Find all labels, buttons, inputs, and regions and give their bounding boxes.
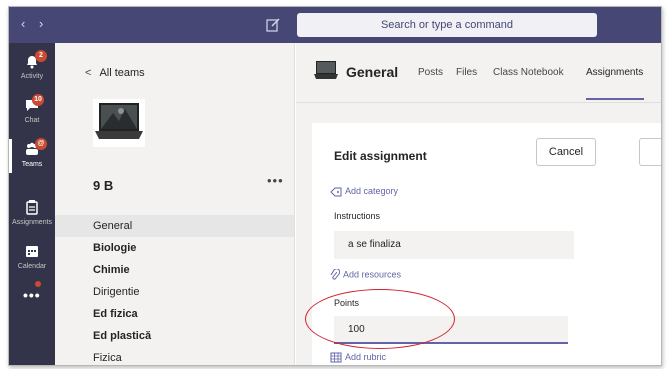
team-thumbnail (314, 61, 338, 79)
add-category-label: Add category (345, 186, 399, 196)
forward-arrow-icon[interactable]: › (39, 17, 43, 31)
chevron-left-icon: < (85, 67, 92, 79)
add-category-link[interactable]: Add category (330, 186, 398, 197)
rail-item-teams[interactable]: @ Teams (9, 135, 55, 177)
more-apps-icon[interactable]: ••• (23, 287, 41, 303)
assignments-icon (26, 200, 38, 215)
channel-item[interactable]: General (55, 215, 294, 237)
tab-class-notebook[interactable]: Class Notebook (493, 67, 564, 78)
app-rail: 2 Activity 10 Chat @ Teams Assignments C… (9, 43, 55, 365)
teams-window: ‹ › Search or type a command 2 Activity … (8, 6, 662, 366)
instructions-label: Instructions (334, 211, 381, 221)
rail-label: Assignments (11, 219, 53, 226)
search-input[interactable]: Search or type a command (297, 13, 597, 37)
all-teams-link[interactable]: < All teams (85, 67, 145, 79)
rail-label: Calendar (17, 263, 47, 270)
form-title: Edit assignment (334, 149, 427, 163)
rail-label: Teams (21, 161, 43, 168)
instructions-field[interactable]: a se finaliza (334, 231, 574, 259)
channel-item[interactable]: Chimie (55, 259, 294, 281)
channel-title: General (346, 64, 399, 80)
tab-posts[interactable]: Posts (418, 67, 443, 78)
rail-item-assignments[interactable]: Assignments (9, 193, 55, 235)
add-rubric-label: Add rubric (345, 352, 387, 362)
team-more-icon[interactable]: ••• (267, 173, 284, 188)
channel-header: General Posts Files Class Notebook Assig… (296, 43, 661, 103)
calendar-icon (26, 246, 38, 257)
all-teams-label: All teams (99, 67, 145, 79)
channel-item[interactable]: Ed plastică (55, 325, 294, 347)
channel-item[interactable]: Dirigentie (55, 281, 294, 303)
rail-item-activity[interactable]: 2 Activity (9, 47, 55, 89)
teams-mention-badge: @ (35, 138, 47, 150)
channel-item[interactable]: Ed fizica (55, 303, 294, 325)
channel-item[interactable]: Biologie (55, 237, 294, 259)
paperclip-icon (330, 269, 340, 280)
highlight-ellipse (305, 289, 455, 349)
compose-icon[interactable] (265, 17, 281, 33)
team-name: 9 B (93, 178, 114, 193)
tab-files[interactable]: Files (456, 67, 477, 78)
add-resources-label: Add resources (343, 269, 402, 280)
team-picture (93, 99, 145, 147)
save-button[interactable] (639, 138, 661, 166)
title-bar: ‹ › Search or type a command (9, 7, 661, 43)
cancel-button[interactable]: Cancel (536, 138, 596, 166)
back-arrow-icon[interactable]: ‹ (21, 17, 25, 31)
tag-icon (330, 187, 342, 197)
rail-item-chat[interactable]: 10 Chat (9, 91, 55, 133)
add-resources-link[interactable]: Add resources (330, 269, 401, 281)
rail-label: Activity (20, 73, 44, 80)
chat-badge: 10 (32, 94, 44, 106)
grid-icon (330, 352, 342, 363)
channel-panel: < All teams 9 B ••• General Biologie Chim… (55, 43, 295, 365)
channel-item[interactable]: Fizica (55, 347, 294, 365)
rail-label: Chat (24, 117, 40, 124)
active-tab-indicator (586, 98, 644, 100)
rail-item-calendar[interactable]: Calendar (9, 237, 55, 279)
tab-assignments[interactable]: Assignments (586, 67, 643, 78)
add-rubric-link[interactable]: Add rubric (330, 352, 386, 363)
activity-badge: 2 (35, 50, 47, 62)
